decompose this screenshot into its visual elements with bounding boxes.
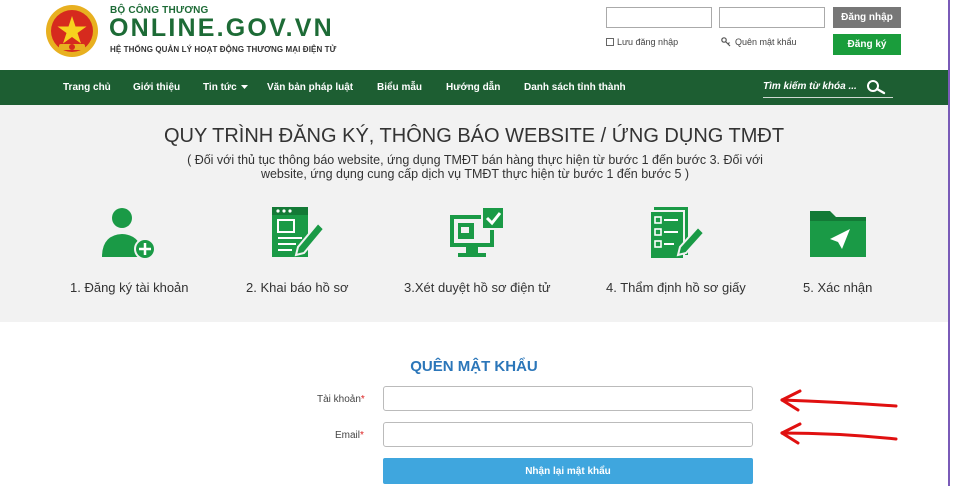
nav-search-input[interactable]: Tìm kiếm từ khóa ... — [763, 81, 857, 92]
login-username-input[interactable] — [606, 7, 712, 28]
site-subtitle: HỆ THỐNG QUẢN LÝ HOẠT ĐỘNG THƯƠNG MẠI ĐI… — [110, 45, 337, 54]
annotation-arrow-email — [780, 422, 898, 445]
step-2-label: 2. Khai báo hồ sơ — [246, 280, 349, 295]
search-icon[interactable] — [866, 79, 886, 95]
register-button[interactable]: Đăng ký — [833, 34, 901, 55]
user-add-icon — [102, 208, 156, 260]
remember-login[interactable]: Lưu đăng nhập — [606, 37, 678, 47]
remember-label: Lưu đăng nhập — [617, 37, 679, 47]
site-title[interactable]: ONLINE.GOV.VN — [109, 14, 334, 43]
annotation-arrow-account — [780, 389, 898, 412]
account-label: Tài khoản* — [317, 394, 365, 405]
nav-item-forms[interactable]: Biểu mẫu — [377, 82, 422, 93]
page: BỘ CÔNG THƯƠNG ONLINE.GOV.VN HỆ THỐNG QU… — [0, 0, 955, 486]
account-label-text: Tài khoản — [317, 394, 361, 405]
forgot-label: Quên mật khẩu — [735, 37, 797, 47]
process-note: ( Đối với thủ tục thông báo website, ứng… — [187, 153, 763, 181]
nav-item-guides[interactable]: Hướng dẫn — [446, 82, 500, 93]
document-edit-icon — [272, 207, 326, 257]
key-icon — [721, 37, 731, 47]
form-title: QUÊN MẬT KHẨU — [410, 358, 538, 375]
step-5-label: 5. Xác nhận — [803, 280, 873, 295]
step-1-label: 1. Đăng ký tài khoản — [70, 280, 189, 295]
header: BỘ CÔNG THƯƠNG ONLINE.GOV.VN HỆ THỐNG QU… — [0, 0, 955, 70]
account-input[interactable] — [383, 386, 753, 411]
required-mark: * — [360, 430, 364, 441]
step-4-label: 4. Thẩm định hồ sơ giấy — [606, 280, 746, 295]
email-input[interactable] — [383, 422, 753, 447]
email-label: Email* — [335, 430, 364, 441]
remember-checkbox[interactable] — [606, 38, 614, 46]
nav-item-provinces[interactable]: Danh sách tỉnh thành — [524, 82, 626, 93]
submit-button[interactable]: Nhận lại mật khẩu — [383, 458, 753, 484]
forgot-password-link[interactable]: Quên mật khẩu — [721, 37, 797, 47]
login-password-input[interactable] — [719, 7, 825, 28]
computer-review-icon — [450, 206, 505, 257]
folder-send-icon — [810, 211, 866, 257]
nav-item-news[interactable]: Tin tức — [203, 82, 248, 93]
nav-item-legal-docs[interactable]: Văn bản pháp luật — [267, 82, 353, 93]
checklist-icon — [649, 207, 706, 260]
email-label-text: Email — [335, 430, 361, 441]
national-emblem-icon[interactable] — [45, 4, 99, 58]
nav-item-about[interactable]: Giới thiệu — [133, 82, 180, 93]
search-underline — [763, 97, 893, 98]
window-edge — [948, 0, 955, 486]
caret-down-icon — [240, 85, 248, 90]
required-mark: * — [360, 394, 365, 405]
step-3-label: 3.Xét duyệt hồ sơ điện tử — [404, 280, 551, 295]
login-button[interactable]: Đăng nhập — [833, 7, 901, 28]
process-title: QUY TRÌNH ĐĂNG KÝ, THÔNG BÁO WEBSITE / Ứ… — [163, 125, 785, 147]
main-nav: Trang chủ Giới thiệu Tin tức Văn bản phá… — [0, 70, 948, 105]
nav-item-home[interactable]: Trang chủ — [63, 82, 111, 93]
nav-item-news-label: Tin tức — [203, 82, 237, 93]
